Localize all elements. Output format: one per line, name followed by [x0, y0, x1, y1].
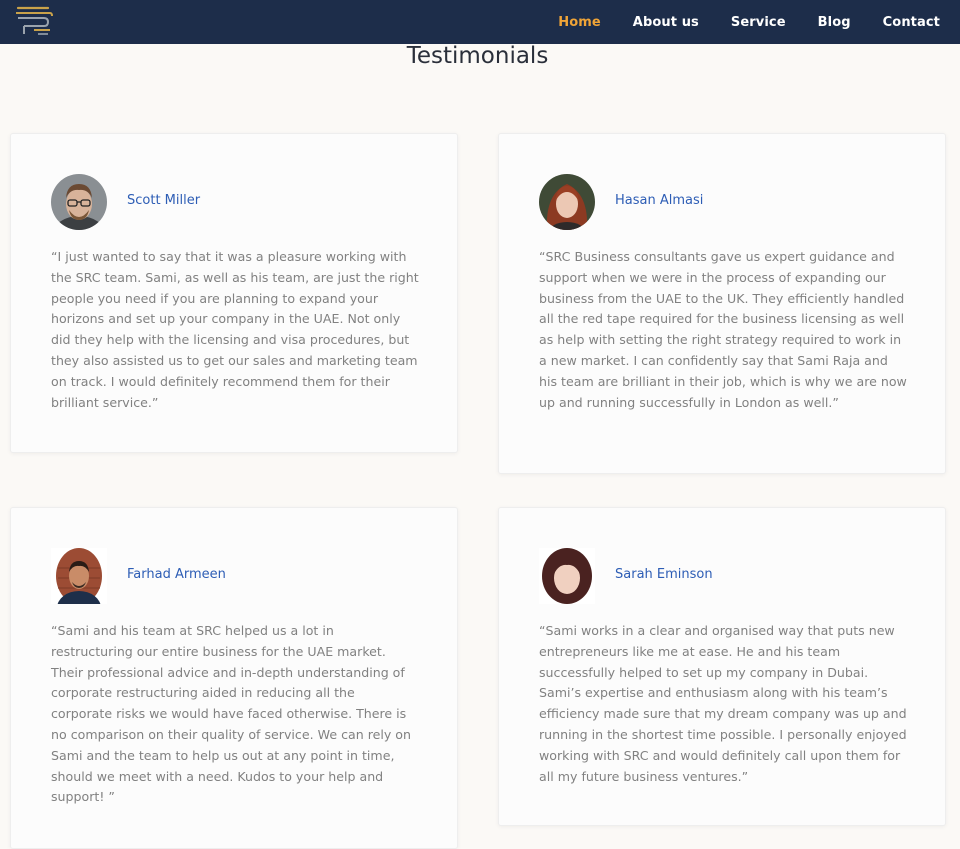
- nav-home-link[interactable]: Home: [558, 15, 601, 30]
- avatar-man-glasses-icon: [51, 174, 107, 230]
- testimonial-card-scott: Scott Miller “I just wanted to say that …: [10, 133, 458, 453]
- avatar-man-brick-wall-icon: [51, 548, 107, 604]
- testimonial-author-name: Hasan Almasi: [615, 193, 704, 208]
- testimonial-author-name: Farhad Armeen: [127, 567, 226, 582]
- testimonial-quote: “Sami and his team at SRC helped us a lo…: [51, 623, 411, 805]
- testimonial-card-sarah: Sarah Eminson “Sami works in a clear and…: [498, 507, 946, 826]
- avatar-woman-red-hair-icon: [539, 174, 595, 230]
- nav-blog-link[interactable]: Blog: [818, 15, 851, 30]
- main-nav: Home About us Service Blog Contact: [558, 0, 960, 44]
- top-navbar: Home About us Service Blog Contact: [0, 0, 960, 44]
- testimonial-author-name: Sarah Eminson: [615, 567, 713, 582]
- nav-service-link[interactable]: Service: [731, 15, 786, 30]
- nav-about-link[interactable]: About us: [633, 15, 699, 30]
- testimonial-card-hasan: Hasan Almasi “SRC Business consultants g…: [498, 133, 946, 474]
- avatar-smiling-woman-icon: [539, 548, 595, 604]
- testimonial-quote: “SRC Business consultants gave us expert…: [539, 249, 907, 410]
- nav-contact-link[interactable]: Contact: [883, 15, 940, 30]
- section-title: Testimonials: [406, 43, 549, 69]
- testimonial-quote: “I just wanted to say that it was a plea…: [51, 249, 419, 410]
- src-logo-icon[interactable]: [14, 4, 54, 36]
- testimonial-quote: “Sami works in a clear and organised way…: [539, 623, 907, 784]
- testimonial-card-farhad: Farhad Armeen “Sami and his team at SRC …: [10, 507, 458, 849]
- testimonial-author-name: Scott Miller: [127, 193, 201, 208]
